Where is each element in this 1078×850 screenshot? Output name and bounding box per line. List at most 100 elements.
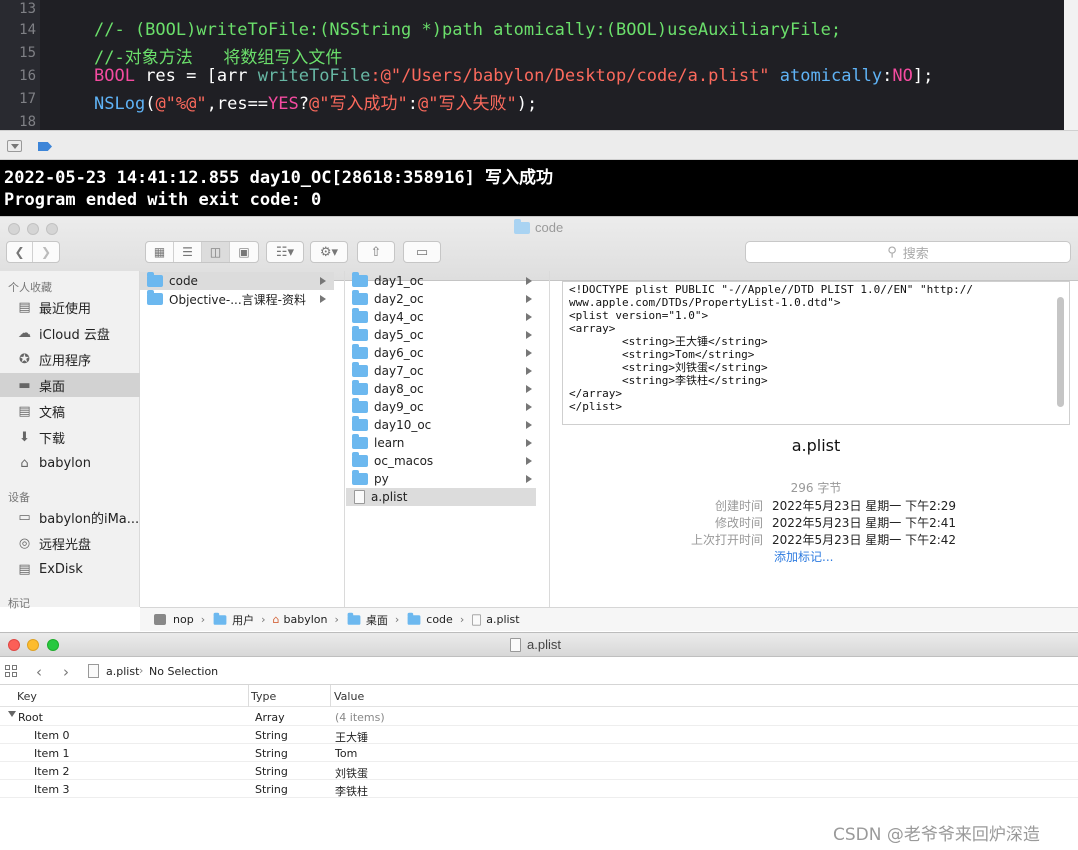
code-token: NO [892,66,913,86]
column-divider [248,685,249,707]
disclosure-triangle-icon[interactable] [8,711,16,717]
table-row[interactable]: Item 2 String 刘铁蛋 [0,762,1078,780]
path-item[interactable]: 用户 [232,612,254,628]
window-title: a.plist [510,637,561,652]
folder-row[interactable]: day9_oc [346,398,540,416]
debug-bar [0,130,1078,160]
path-item[interactable]: 桌面 [366,612,388,628]
line-number: 17 [19,91,36,107]
folder-row[interactable]: day10_oc [346,416,540,434]
path-item[interactable]: code [426,613,453,626]
console-line: 2022-05-23 14:41:12.855 day10_OC[28618:3… [4,168,554,188]
gear-icon: ⚙▾ [319,244,339,260]
folder-icon [147,290,163,305]
path-separator: › [261,613,266,626]
row-key: Item 1 [34,747,70,760]
minimize-button[interactable] [27,223,39,235]
close-button[interactable] [8,223,20,235]
row-label: day5_oc [374,328,424,342]
folder-row[interactable]: day4_oc [346,308,540,326]
sidebar-item-applications[interactable]: ✪ 应用程序 [0,347,140,371]
back-button[interactable]: ❮ [7,242,33,262]
disc-icon: ◎ [18,535,31,551]
column-header-value[interactable]: Value [334,690,364,703]
zoom-button[interactable] [47,639,59,651]
action-button[interactable]: ⚙▾ [310,241,348,263]
window-title-text: a.plist [527,637,561,652]
downloads-icon: ⬇ [19,429,30,445]
path-item[interactable]: a.plist [486,613,519,626]
folder-row[interactable]: learn [346,434,540,452]
sidebar-item-recents[interactable]: ▤ 最近使用 [0,295,140,319]
folder-row[interactable]: day6_oc [346,344,540,362]
folder-row[interactable]: py [346,470,540,488]
sidebar-item-desktop[interactable]: ▬ 桌面 [0,373,140,397]
forward-button[interactable]: ❯ [33,242,59,262]
list-view-button[interactable]: ☰ [174,242,202,262]
column-header-type[interactable]: Type [251,690,276,703]
zoom-button[interactable] [46,223,58,235]
table-row[interactable]: Item 0 String 王大锤 [0,726,1078,744]
folder-row[interactable]: oc_macos [346,452,540,470]
sidebar-item-documents[interactable]: ▤ 文稿 [0,399,140,423]
share-icon: ⇧ [370,244,382,260]
document-icon [472,613,482,626]
folder-row-code[interactable]: code [140,272,334,290]
table-row-root[interactable]: Root Array (4 items) [0,708,1078,726]
close-button[interactable] [8,639,20,651]
preview-scrollbar[interactable] [1057,297,1064,407]
folder-row[interactable]: day7_oc [346,362,540,380]
breadcrumb-selection[interactable]: No Selection [149,665,218,678]
add-tags-link[interactable]: 添加标记... [774,548,833,565]
row-key: Item 3 [34,783,70,796]
folder-row[interactable]: day8_oc [346,380,540,398]
preview-text[interactable]: <!DOCTYPE plist PUBLIC "-//Apple//DTD PL… [562,281,1070,425]
hide-debug-area-icon[interactable] [7,140,22,152]
row-label: learn [374,436,405,450]
related-items-icon[interactable] [5,665,17,677]
back-chevron-icon[interactable]: ‹ [36,663,42,681]
console-output[interactable]: 2022-05-23 14:41:12.855 day10_OC[28618:3… [0,160,1078,216]
tag-button[interactable]: ▭ [403,241,441,263]
folder-icon [352,398,368,413]
sidebar-item-remote-disc[interactable]: ◎ 远程光盘 [0,531,140,555]
search-input[interactable]: ⚲ 搜索 [745,241,1071,263]
editor-scrollbar[interactable] [1064,0,1078,130]
folder-row-objective-c[interactable]: Objective-...言课程-资料 [140,290,334,308]
path-item[interactable]: nop [173,613,194,626]
table-row[interactable]: Item 1 String Tom [0,744,1078,762]
folder-row[interactable]: day1_oc [346,272,540,290]
breakpoint-icon[interactable] [38,142,52,151]
gallery-view-button[interactable]: ▣ [230,242,258,262]
jump-bar: ‹ › a.plist › No Selection [0,657,1078,685]
sidebar-item-icloud[interactable]: ☁ iCloud 云盘 [0,321,140,345]
code-editor[interactable]: 13 14 15 16 17 18 //- (BOOL)writeToFile:… [0,0,1064,130]
folder-row[interactable]: day5_oc [346,326,540,344]
forward-chevron-icon[interactable]: › [63,663,69,681]
breadcrumb-file[interactable]: a.plist [106,665,139,678]
line-number: 18 [19,114,36,130]
column-view-button[interactable]: ◫ [202,242,230,262]
code-token: : [407,94,418,114]
row-label: day1_oc [374,274,424,288]
sidebar-item-downloads[interactable]: ⬇ 下载 [0,425,140,449]
sidebar-item-computer[interactable]: ▭ babylon的iMa... [0,505,140,529]
code-line-write: BOOL res = [arr writeToFile:@"/Users/bab… [94,66,933,86]
icon-view-button[interactable]: ▦ [146,242,174,262]
row-type: String [255,747,288,760]
minimize-button[interactable] [27,639,39,651]
share-button[interactable]: ⇧ [357,241,395,263]
sidebar-item-home[interactable]: ⌂ babylon [0,451,140,475]
group-by-button[interactable]: ☷▾ [266,241,304,263]
column-header-key[interactable]: Key [17,690,37,703]
sidebar-item-exdisk[interactable]: ▤ ExDisk [0,557,140,581]
row-type: String [255,729,288,742]
folder-row[interactable]: day2_oc [346,290,540,308]
folder-icon [352,452,368,467]
code-token: ); [516,94,538,114]
table-row[interactable]: Item 3 String 李铁柱 [0,780,1078,798]
document-icon [88,664,99,678]
row-value: 王大锤 [335,731,368,744]
path-item[interactable]: babylon [283,613,327,626]
file-row-a-plist[interactable]: a.plist [346,488,536,506]
